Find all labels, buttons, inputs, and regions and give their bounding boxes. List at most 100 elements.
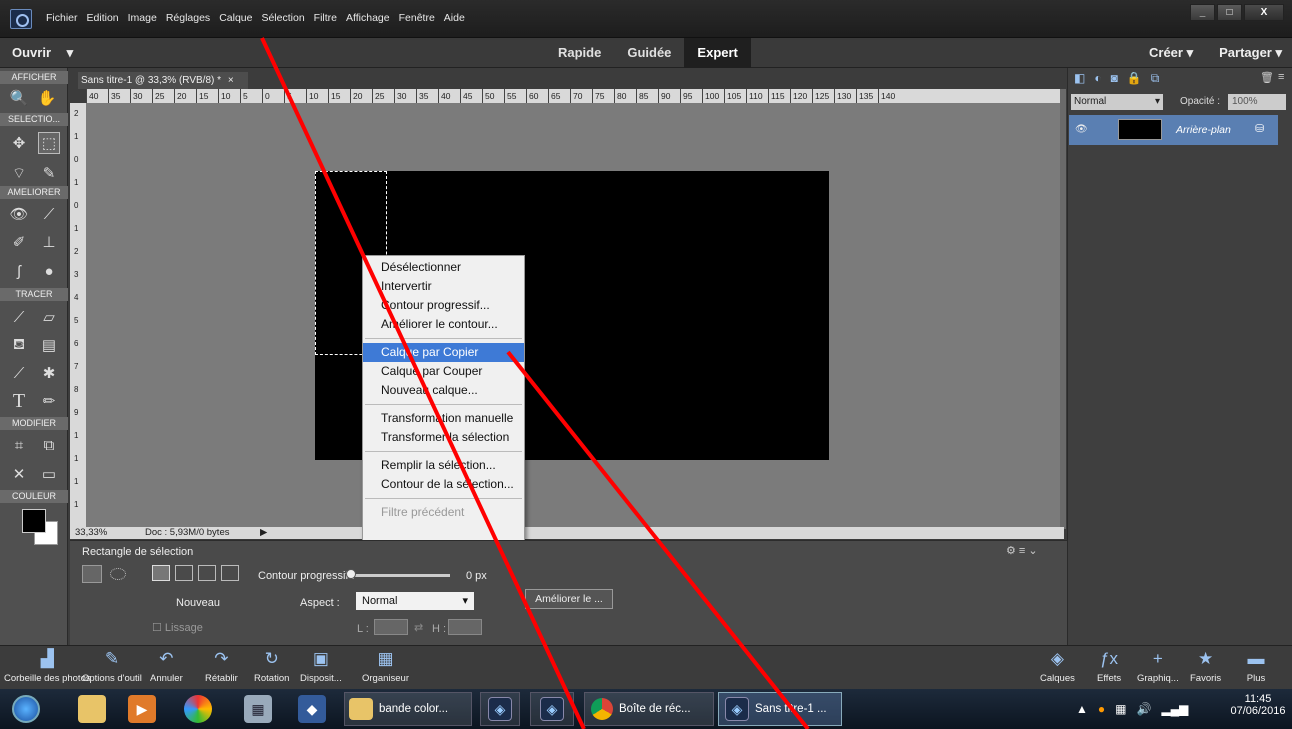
pencil-icon[interactable]: ✏ (38, 390, 60, 412)
panel-menu-icon[interactable]: ≡ (1278, 71, 1284, 83)
taskbar-media-player[interactable]: ▶ (128, 692, 156, 726)
type-icon[interactable]: T (8, 390, 30, 412)
vertical-scrollbar[interactable] (1060, 89, 1066, 529)
lock-all-icon[interactable]: ⧉ (1151, 71, 1160, 86)
adjustment-layer-icon[interactable]: ◐ (1094, 71, 1101, 86)
lock-icon[interactable]: 🔒 (1127, 71, 1142, 86)
bottom-button-fx[interactable]: ƒx Effets (1097, 648, 1121, 684)
context-menu-item[interactable]: Contour de la sélection... (363, 475, 524, 494)
options-menu-icon[interactable]: ⚙ ≡ ⌄ (1006, 544, 1038, 557)
move-icon[interactable]: ✥ (8, 132, 30, 154)
taskbar-elements-organizer[interactable]: ◈ (480, 692, 520, 726)
context-menu-item[interactable]: Améliorer le contour... (363, 315, 524, 334)
bottom-button-tool-options[interactable]: ✎ Options d'outil (82, 648, 142, 684)
taskbar-picasa[interactable] (184, 692, 212, 726)
document-tab[interactable]: Sans titre-1 @ 33,3% (RVB/8) * × (78, 72, 248, 89)
context-menu-item[interactable]: Remplir la sélection... (363, 456, 524, 475)
subtract-selection-icon[interactable] (198, 565, 216, 581)
blend-mode-select[interactable]: Normal ▾ (1071, 94, 1163, 110)
tab-close-icon[interactable]: × (228, 75, 234, 86)
doc-info[interactable]: Doc : 5,93M/0 bytes (145, 527, 229, 539)
content-aware-move-icon[interactable]: ✕ (8, 463, 30, 485)
menu-selection[interactable]: Sélection (261, 12, 304, 24)
menu-fichier[interactable]: Fichier (46, 12, 78, 24)
rectangle-marquee-icon[interactable]: ⬚ (38, 132, 60, 154)
menu-aide[interactable]: Aide (444, 12, 465, 24)
bottom-button-organizer[interactable]: ▦ Organiseur (362, 648, 409, 684)
menu-fenetre[interactable]: Fenêtre (399, 12, 435, 24)
new-layer-icon[interactable]: ◧ (1074, 71, 1085, 86)
tab-guidee[interactable]: Guidée (614, 38, 684, 68)
swap-dimensions-icon[interactable]: ⇄ (414, 621, 423, 634)
minimize-button[interactable]: _ (1190, 4, 1215, 21)
gradient-icon[interactable]: ▤ (38, 334, 60, 356)
add-selection-icon[interactable] (175, 565, 193, 581)
context-menu-item[interactable]: Nouveau calque... (363, 381, 524, 400)
smart-brush-icon[interactable]: ✐ (8, 231, 30, 253)
taskbar-folder-window[interactable]: bande color... (344, 692, 472, 726)
bottom-button-graphics[interactable]: + Graphiq... (1137, 648, 1179, 684)
crop-icon[interactable]: ⌗ (8, 434, 30, 456)
quick-selection-icon[interactable]: ✎ (38, 162, 60, 184)
red-eye-icon[interactable]: 👁 (8, 203, 30, 225)
eraser-icon[interactable]: ▱ (38, 306, 60, 328)
refine-edge-button[interactable]: Améliorer le ... (525, 589, 613, 609)
share-button[interactable]: Partager ▾ (1219, 45, 1282, 61)
menu-image[interactable]: Image (128, 12, 157, 24)
bottom-button-redo[interactable]: ↷ Rétablir (205, 648, 238, 684)
straighten-icon[interactable]: ▭ (38, 463, 60, 485)
trash-icon[interactable]: 🗑 (1260, 71, 1274, 84)
healing-brush-icon[interactable]: ⟋ (38, 203, 60, 225)
ellipse-marquee-option-icon[interactable] (110, 568, 126, 580)
context-menu-item[interactable]: Calque par Copier (363, 343, 524, 362)
menu-calque[interactable]: Calque (219, 12, 252, 24)
taskbar-active-document[interactable]: ◈ Sans titre-1 ... (718, 692, 842, 726)
clone-stamp-icon[interactable]: ⊥ (38, 231, 60, 253)
bottom-button-star[interactable]: ★ Favoris (1190, 648, 1221, 684)
taskbar-dictionary[interactable]: ◆ (298, 692, 326, 726)
paint-bucket-icon[interactable]: ⛾ (8, 334, 30, 356)
context-menu-item[interactable]: Désélectionner (363, 258, 524, 277)
close-button[interactable]: X (1244, 4, 1284, 21)
context-menu-item[interactable]: Calque par Couper (363, 362, 524, 381)
lasso-icon[interactable]: ⌔ (8, 162, 30, 184)
bottom-button-layout[interactable]: ▣ Disposit... (300, 648, 342, 684)
context-menu-item[interactable]: Transformation manuelle (363, 409, 524, 428)
layer-row-background[interactable] (1069, 115, 1278, 145)
start-button[interactable] (12, 692, 40, 726)
new-selection-icon[interactable] (152, 565, 170, 581)
tab-expert[interactable]: Expert (684, 38, 751, 68)
bottom-button-more[interactable]: ▬ Plus (1244, 648, 1268, 684)
taskbar-calculator[interactable]: ▦ (244, 692, 272, 726)
taskbar-elements-editor[interactable]: ◈ (530, 692, 574, 726)
tab-rapide[interactable]: Rapide (545, 38, 614, 68)
menu-reglages[interactable]: Réglages (166, 12, 210, 24)
aspect-select[interactable]: Normal ▾ (356, 592, 474, 610)
opacity-input[interactable]: 100% (1228, 94, 1286, 110)
blur-icon[interactable]: ʃ (8, 260, 30, 282)
taskbar-explorer[interactable] (78, 692, 106, 726)
maximize-button[interactable]: □ (1217, 4, 1242, 21)
layer-name[interactable]: Arrière-plan (1176, 124, 1231, 136)
sponge-icon[interactable]: ● (38, 260, 60, 282)
clock[interactable]: 11:45 07/06/2016 (1230, 693, 1286, 717)
layer-mask-icon[interactable]: ◙ (1111, 71, 1118, 86)
hand-icon[interactable]: ✋ (36, 87, 58, 109)
bottom-button-rotate[interactable]: ↻ Rotation (254, 648, 289, 684)
taskbar-chrome-window[interactable]: Boîte de réc... (584, 692, 714, 726)
eyedropper-icon[interactable]: ⟋ (8, 362, 30, 384)
custom-shape-icon[interactable]: ✱ (38, 362, 60, 384)
brush-icon[interactable]: ⟋ (8, 306, 30, 328)
tray-network-flag-icon[interactable]: ▦ (1115, 702, 1126, 716)
menu-filtre[interactable]: Filtre (314, 12, 337, 24)
bottom-button-layers[interactable]: ◈ Calques (1040, 648, 1075, 684)
volume-icon[interactable]: 🔊 (1136, 702, 1151, 716)
recompose-icon[interactable]: ⧉ (38, 434, 60, 456)
tray-expand-icon[interactable]: ▲ (1076, 702, 1088, 716)
context-menu-item[interactable]: Contour progressif... (363, 296, 524, 315)
create-button[interactable]: Créer ▾ (1149, 45, 1193, 61)
open-button[interactable]: Ouvrir ▾ (12, 45, 73, 61)
context-menu-item[interactable]: Transformer la sélection (363, 428, 524, 447)
feather-slider-handle[interactable] (346, 569, 356, 579)
height-input[interactable] (448, 619, 482, 635)
